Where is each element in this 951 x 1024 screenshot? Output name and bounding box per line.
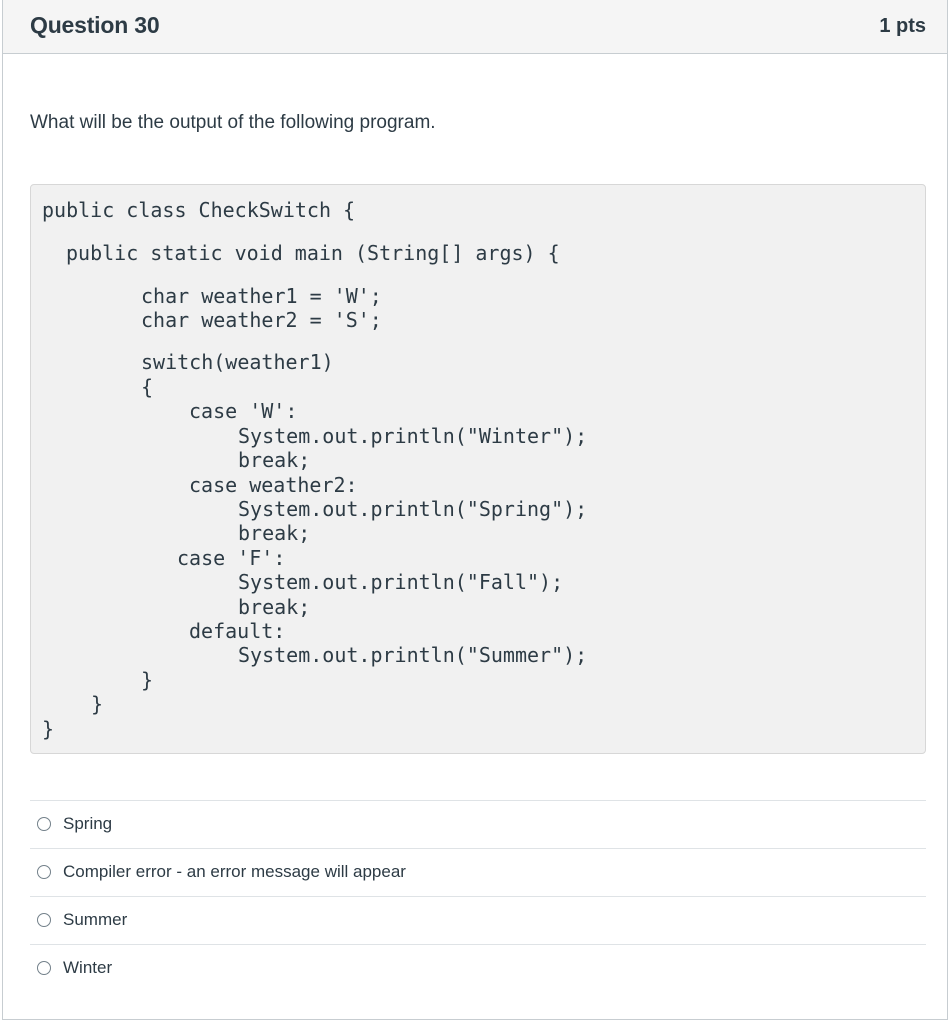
code-line: System.out.println("Winter"); [238,424,588,448]
code-line: default: [189,619,286,643]
radio-button[interactable] [37,817,51,831]
code-line: case weather2: [189,473,358,497]
code-line: public static void main (String[] args) … [66,241,560,265]
answer-label[interactable]: Spring [63,814,112,834]
answer-label[interactable]: Summer [63,910,127,930]
question-card: Question 30 1 pts What will be the outpu… [2,0,948,1020]
code-block: public class CheckSwitch { public static… [30,184,926,754]
code-line: System.out.println("Spring"); [238,497,588,521]
code-line: switch(weather1) [141,350,334,374]
code-line: char weather2 = 'S'; [141,308,382,332]
answer-label[interactable]: Compiler error - an error message will a… [63,862,406,882]
answer-option-compiler-error[interactable]: Compiler error - an error message will a… [30,848,926,896]
question-title: Question 30 [30,12,160,38]
answer-option-summer[interactable]: Summer [30,896,926,944]
code-line: break; [238,521,311,545]
answer-label[interactable]: Winter [63,958,112,978]
radio-button[interactable] [37,913,51,927]
code-line: break; [238,595,311,619]
code-line: } [91,692,104,716]
radio-button[interactable] [37,865,51,879]
code-line: break; [238,448,311,472]
code-line: System.out.println("Fall"); [238,570,564,594]
code-line: } [42,717,55,741]
code-line: { [141,375,154,399]
question-points: 1 pts [879,15,926,37]
code-line: public class CheckSwitch { [42,198,356,222]
code-line: case 'W': [189,399,298,423]
code-line: char weather1 = 'W'; [141,284,382,308]
question-prompt: What will be the output of the following… [30,112,436,133]
radio-button[interactable] [37,961,51,975]
code-line: System.out.println("Summer"); [238,643,588,667]
answer-option-winter[interactable]: Winter [30,944,926,992]
question-header: Question 30 1 pts [3,0,947,54]
code-line: case 'F': [177,546,286,570]
code-line: } [141,668,154,692]
answer-option-spring[interactable]: Spring [30,800,926,848]
